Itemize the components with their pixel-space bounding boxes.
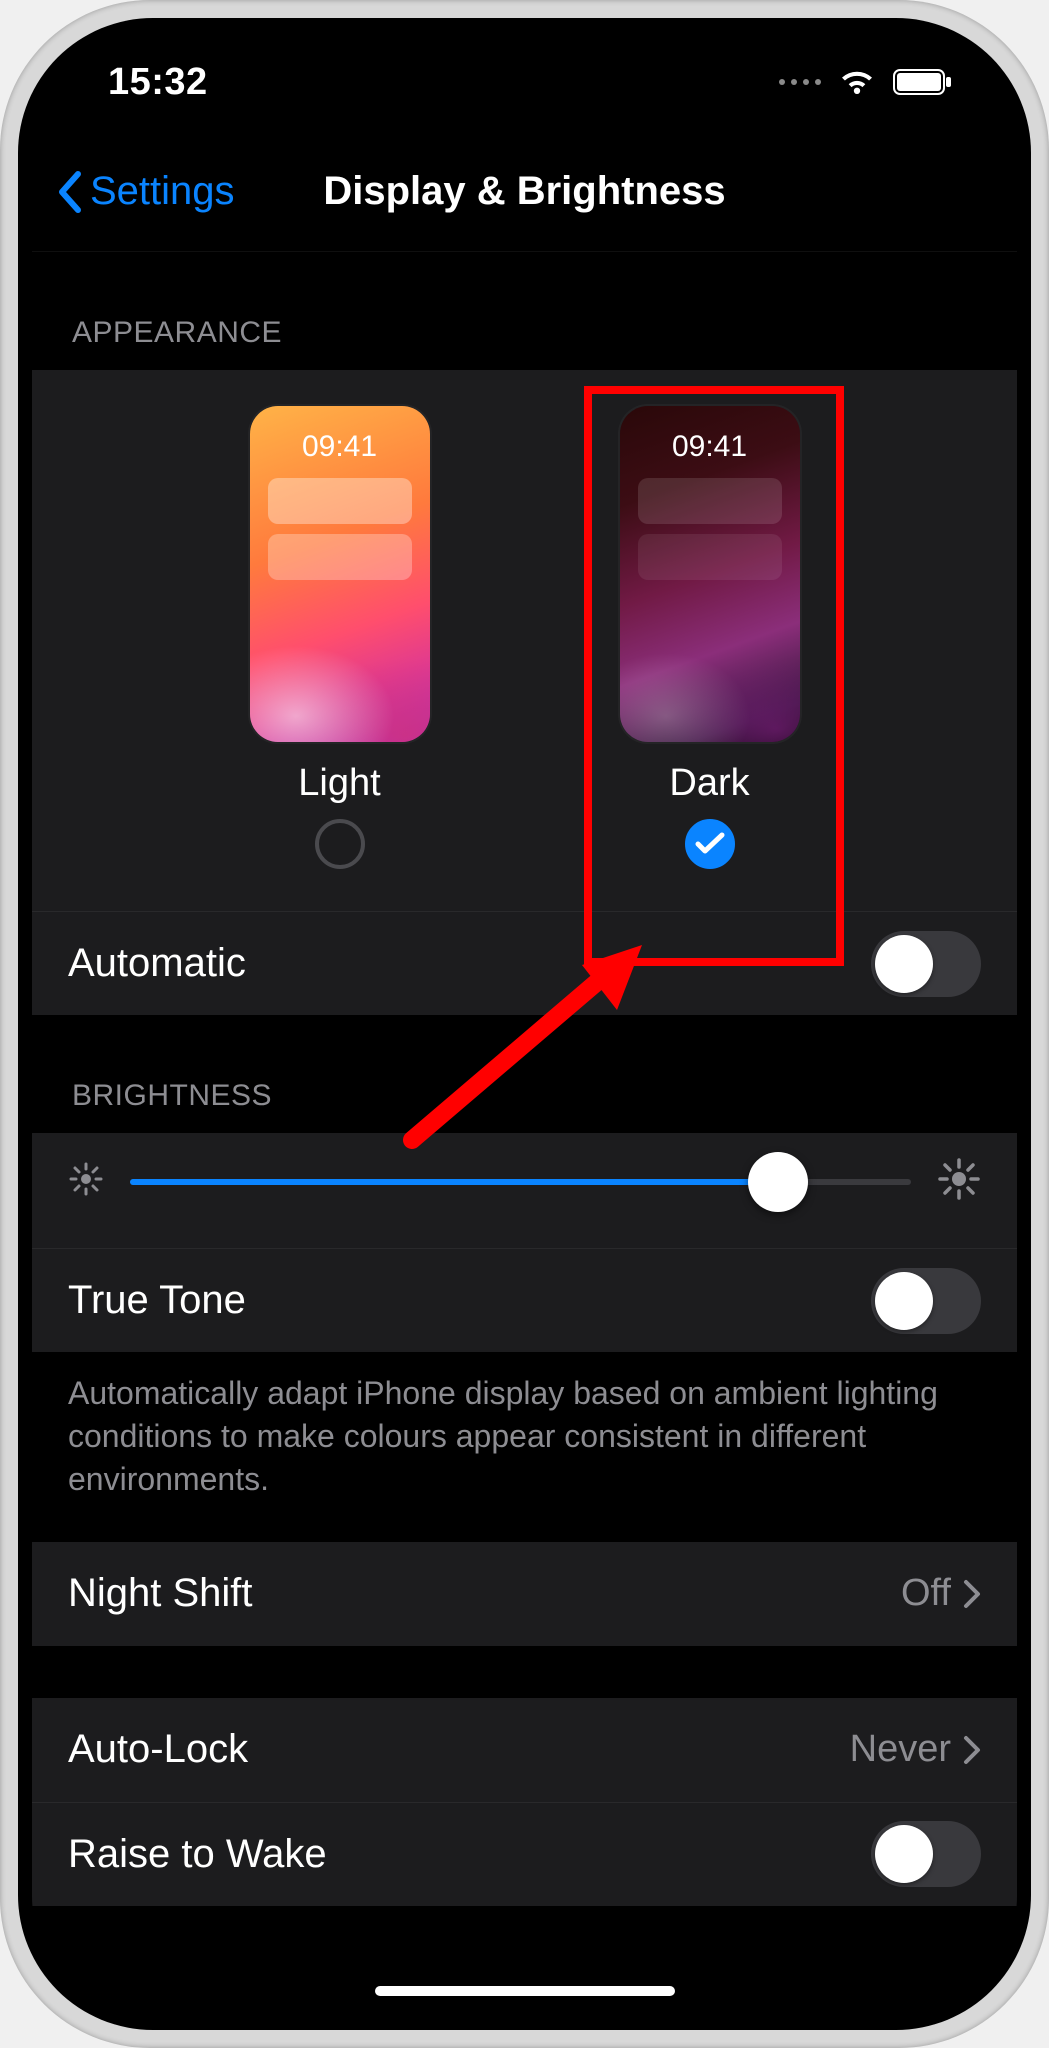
- true-tone-description: Automatically adapt iPhone display based…: [32, 1352, 1017, 1542]
- nav-bar: Settings Display & Brightness: [32, 132, 1017, 252]
- back-button[interactable]: Settings: [56, 169, 235, 214]
- true-tone-label: True Tone: [68, 1278, 246, 1323]
- dark-label: Dark: [669, 762, 749, 805]
- automatic-row: Automatic: [32, 911, 1017, 1015]
- wifi-icon: [837, 67, 877, 97]
- slider-knob[interactable]: [748, 1152, 808, 1212]
- auto-lock-label: Auto-Lock: [68, 1727, 248, 1772]
- toggle-knob: [875, 1272, 933, 1330]
- preview-time: 09:41: [250, 406, 430, 464]
- automatic-label: Automatic: [68, 941, 246, 986]
- section-header-brightness: BRIGHTNESS: [32, 1015, 1017, 1133]
- dark-radio[interactable]: [685, 819, 735, 869]
- appearance-group: 09:41 Light 09:41: [32, 370, 1017, 1015]
- recording-dots-icon: [779, 79, 821, 85]
- light-preview: 09:41: [250, 406, 430, 742]
- auto-lock-value: Never: [850, 1728, 981, 1771]
- light-label: Light: [298, 762, 380, 805]
- light-radio[interactable]: [315, 819, 365, 869]
- home-indicator[interactable]: [375, 1986, 675, 1996]
- true-tone-toggle[interactable]: [871, 1268, 981, 1334]
- chevron-right-icon: [963, 1735, 981, 1765]
- night-shift-value: Off: [901, 1572, 981, 1615]
- chevron-right-icon: [963, 1579, 981, 1609]
- raise-to-wake-toggle[interactable]: [871, 1821, 981, 1887]
- brightness-slider[interactable]: [130, 1179, 911, 1185]
- automatic-toggle[interactable]: [871, 931, 981, 997]
- battery-icon: [893, 68, 953, 96]
- appearance-option-light[interactable]: 09:41 Light: [230, 406, 450, 869]
- back-label: Settings: [90, 169, 235, 214]
- true-tone-row: True Tone: [32, 1248, 1017, 1352]
- toggle-knob: [875, 935, 933, 993]
- dark-preview: 09:41: [620, 406, 800, 742]
- preview-time: 09:41: [620, 406, 800, 464]
- status-time: 15:32: [108, 61, 208, 104]
- checkmark-icon: [695, 832, 725, 856]
- lock-group: Auto-Lock Never Raise to Wake: [32, 1698, 1017, 1906]
- phone-frame: 15:32: [0, 0, 1049, 2048]
- chevron-left-icon: [56, 170, 84, 214]
- bezel: 15:32: [18, 18, 1031, 2030]
- auto-lock-row[interactable]: Auto-Lock Never: [32, 1698, 1017, 1802]
- status-icons: [779, 67, 953, 97]
- raise-to-wake-row: Raise to Wake: [32, 1802, 1017, 1906]
- brightness-low-icon: [68, 1161, 104, 1202]
- night-shift-label: Night Shift: [68, 1571, 253, 1616]
- night-shift-row[interactable]: Night Shift Off: [32, 1542, 1017, 1646]
- slider-fill: [130, 1179, 778, 1185]
- brightness-slider-row: [32, 1133, 1017, 1248]
- appearance-picker: 09:41 Light 09:41: [32, 370, 1017, 911]
- brightness-high-icon: [937, 1157, 981, 1206]
- auto-lock-value-text: Never: [850, 1728, 951, 1771]
- content: APPEARANCE 09:41 Light: [32, 252, 1017, 1966]
- night-shift-group: Night Shift Off: [32, 1542, 1017, 1646]
- section-header-appearance: APPEARANCE: [32, 252, 1017, 370]
- brightness-group: True Tone: [32, 1133, 1017, 1352]
- appearance-option-dark[interactable]: 09:41 Dark: [600, 406, 820, 869]
- screen: 15:32: [32, 32, 1017, 2016]
- toggle-knob: [875, 1825, 933, 1883]
- notch: [268, 32, 780, 96]
- night-shift-value-text: Off: [901, 1572, 951, 1615]
- raise-to-wake-label: Raise to Wake: [68, 1832, 327, 1877]
